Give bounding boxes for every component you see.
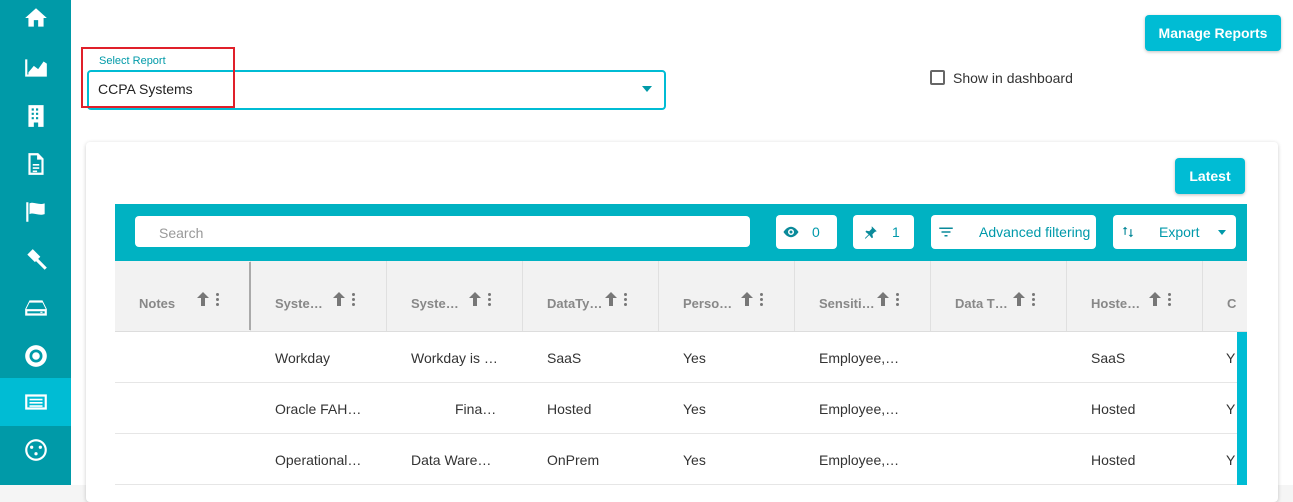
gavel-icon xyxy=(26,249,47,270)
sidebar-item-support[interactable] xyxy=(0,332,71,380)
main-content: Manage Reports CCPA Systems Select Repor… xyxy=(71,0,1293,502)
column-menu-icon[interactable] xyxy=(216,293,220,307)
drive-icon xyxy=(24,300,47,316)
manage-reports-button[interactable]: Manage Reports xyxy=(1145,15,1281,51)
column-header-system-name[interactable]: Syste… xyxy=(251,261,387,331)
table-header: Notes Syste… Syste… DataTy… Perso… Sensi… xyxy=(115,261,1247,332)
visible-columns-button[interactable]: 0 xyxy=(776,215,837,249)
column-menu-icon[interactable] xyxy=(1032,293,1036,307)
column-menu-icon[interactable] xyxy=(896,293,900,307)
column-menu-icon[interactable] xyxy=(352,293,356,307)
column-header-data-type[interactable]: DataTy… xyxy=(523,261,659,331)
chevron-down-icon xyxy=(642,86,652,92)
sort-up-icon[interactable] xyxy=(877,292,889,306)
visible-count: 0 xyxy=(812,224,820,240)
document-icon xyxy=(27,153,44,175)
sidebar xyxy=(0,0,71,485)
column-header-personal[interactable]: Perso… xyxy=(659,261,795,331)
sidebar-item-documents[interactable] xyxy=(0,140,71,188)
sidebar-item-analytics[interactable] xyxy=(0,44,71,92)
advanced-filtering-label: Advanced filtering xyxy=(979,224,1091,240)
export-button[interactable]: Export xyxy=(1113,215,1236,249)
sort-up-icon[interactable] xyxy=(333,292,345,306)
export-label: Export xyxy=(1159,224,1200,240)
reports-icon xyxy=(24,394,47,410)
column-header-partial[interactable]: C xyxy=(1203,261,1247,331)
sort-up-icon[interactable] xyxy=(469,292,481,306)
flag-icon xyxy=(25,202,45,222)
sidebar-item-flags[interactable] xyxy=(0,188,71,236)
sidebar-item-reports[interactable] xyxy=(0,378,71,426)
pin-icon xyxy=(864,225,877,239)
column-header-hosted[interactable]: Hoste… xyxy=(1067,261,1203,331)
building-icon xyxy=(27,105,44,127)
column-menu-icon[interactable] xyxy=(760,293,764,307)
sidebar-item-settings[interactable] xyxy=(0,426,71,474)
pinned-count: 1 xyxy=(892,224,900,240)
column-header-system-description[interactable]: Syste… xyxy=(387,261,523,331)
sort-up-icon[interactable] xyxy=(605,292,617,306)
table-body: Workday Workday is … SaaS Yes Employee,…… xyxy=(115,332,1247,492)
sort-up-icon[interactable] xyxy=(1149,292,1161,306)
table-scrollbar[interactable] xyxy=(1237,332,1247,485)
latest-button[interactable]: Latest xyxy=(1175,158,1245,194)
advanced-filtering-button[interactable]: Advanced filtering xyxy=(931,215,1096,249)
sidebar-item-legal[interactable] xyxy=(0,236,71,284)
pinned-button[interactable]: 1 xyxy=(853,215,914,249)
filter-icon xyxy=(939,227,953,237)
table-row[interactable]: Oracle FAH… Fina… Hosted Yes Employee,… … xyxy=(115,383,1247,434)
column-header-data-transfer[interactable]: Data T… xyxy=(931,261,1067,331)
column-menu-icon[interactable] xyxy=(1168,293,1172,307)
caret-down-icon xyxy=(1218,230,1226,235)
chart-icon xyxy=(24,59,47,77)
table-row[interactable]: Workday Workday is … SaaS Yes Employee,…… xyxy=(115,332,1247,383)
column-menu-icon[interactable] xyxy=(488,293,492,307)
pinned-column-divider xyxy=(249,262,251,330)
sidebar-item-storage[interactable] xyxy=(0,284,71,332)
table-toolbar: Search 0 1 Advanced filtering Export xyxy=(115,204,1247,261)
search-input[interactable]: Search xyxy=(135,216,750,247)
sidebar-item-buildings[interactable] xyxy=(0,92,71,140)
column-header-notes[interactable]: Notes xyxy=(115,261,251,331)
eye-icon xyxy=(783,226,799,238)
sort-arrows-icon xyxy=(1122,226,1134,238)
sort-up-icon[interactable] xyxy=(1013,292,1025,306)
column-menu-icon[interactable] xyxy=(624,293,628,307)
column-header-sensitive[interactable]: Sensiti… xyxy=(795,261,931,331)
show-in-dashboard-checkbox[interactable] xyxy=(930,70,945,85)
sidebar-item-home[interactable] xyxy=(0,0,71,42)
lifebuoy-icon xyxy=(24,345,47,367)
show-in-dashboard-label: Show in dashboard xyxy=(953,70,1073,86)
sort-up-icon[interactable] xyxy=(197,292,209,306)
highlight-box xyxy=(81,47,235,108)
settings-icon xyxy=(24,439,47,461)
home-icon xyxy=(24,8,47,27)
table-row[interactable]: Operational… Data Ware… OnPrem Yes Emplo… xyxy=(115,434,1247,485)
sort-up-icon[interactable] xyxy=(741,292,753,306)
